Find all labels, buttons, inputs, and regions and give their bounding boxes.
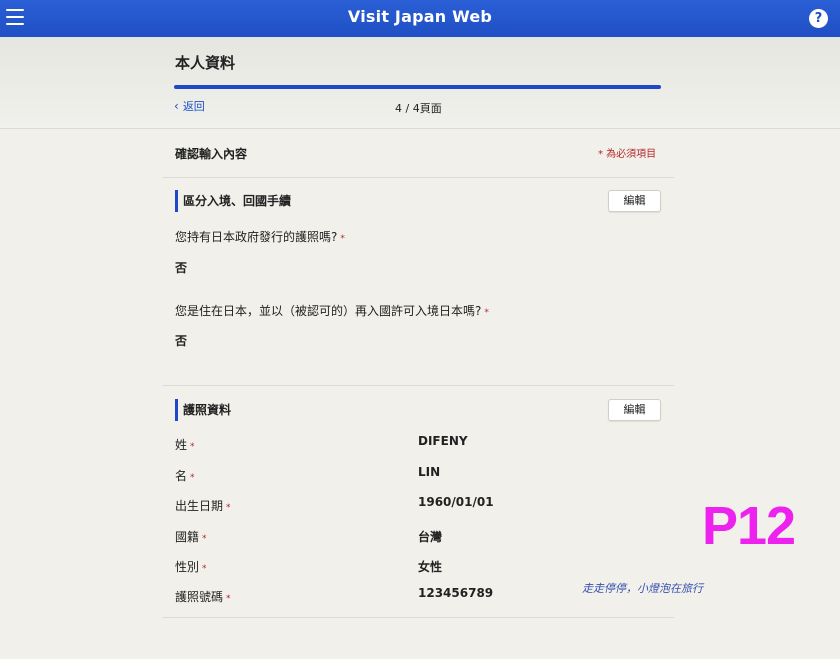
page-header: 本人資料 ‹ 返回 4 / 4頁面 xyxy=(0,37,840,129)
answer-japan-passport: 否 xyxy=(175,261,188,275)
divider xyxy=(162,177,674,178)
question-japan-passport: 您持有日本政府發行的護照嗎? * xyxy=(175,230,345,244)
field-value-nationality: 台灣 xyxy=(418,530,443,544)
field-label-gender: 性別 * xyxy=(175,560,207,574)
field-label-passport-number: 護照號碼 * xyxy=(175,590,231,604)
page-counter: 4 / 4頁面 xyxy=(395,102,442,115)
required-mark: * xyxy=(340,234,345,244)
field-label-surname: 姓 * xyxy=(175,438,195,452)
field-label-birthdate: 出生日期 * xyxy=(175,499,231,513)
top-bar: Visit Japan Web ? xyxy=(0,0,840,37)
field-value-surname: DIFENY xyxy=(418,434,468,448)
question-reentry-permit: 您是住在日本，並以（被認可的）再入國許可入境日本嗎? * xyxy=(175,304,489,318)
field-label-given-name: 名 * xyxy=(175,469,195,483)
field-value-gender: 女性 xyxy=(418,560,443,574)
app-title: Visit Japan Web xyxy=(347,7,493,26)
page-title: 本人資料 xyxy=(175,54,236,72)
progress-bar xyxy=(174,85,661,89)
required-note: * 為必須項目 xyxy=(598,149,657,160)
section-title-passport: 護照資料 xyxy=(175,399,231,421)
edit-entry-button[interactable]: 編輯 xyxy=(608,190,661,212)
required-mark: * xyxy=(484,308,489,318)
confirm-heading: 確認輸入內容 xyxy=(175,147,248,161)
field-value-birthdate: 1960/01/01 xyxy=(418,495,494,509)
field-label-nationality: 國籍 * xyxy=(175,530,207,544)
field-value-given-name: LIN xyxy=(418,465,441,479)
answer-reentry-permit: 否 xyxy=(175,334,188,348)
help-icon[interactable]: ? xyxy=(809,9,828,28)
divider xyxy=(162,385,674,386)
back-link[interactable]: ‹ 返回 xyxy=(174,98,205,114)
signature-watermark: 走走停停，小燈泡在旅行 xyxy=(582,582,703,595)
back-label: 返回 xyxy=(182,100,205,113)
page-tag: P12 xyxy=(702,496,796,556)
field-value-passport-number: 123456789 xyxy=(418,586,494,600)
divider xyxy=(162,617,674,618)
chevron-left-icon: ‹ xyxy=(174,99,179,113)
section-title-entry: 區分入境、回國手續 xyxy=(175,190,291,212)
edit-passport-button[interactable]: 編輯 xyxy=(608,399,661,421)
